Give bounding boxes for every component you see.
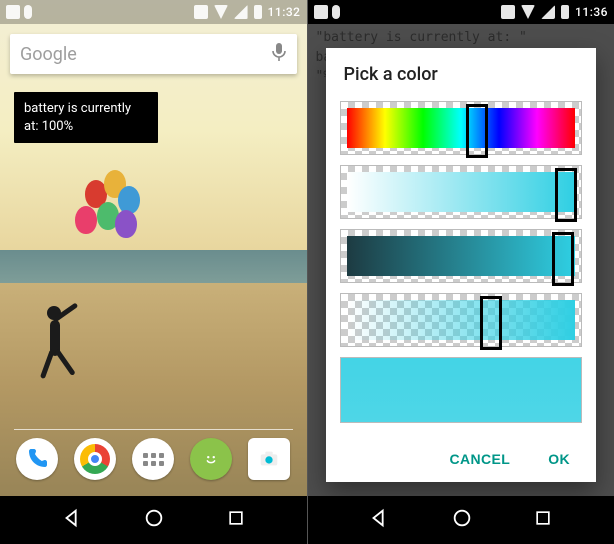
app-camera[interactable] <box>248 438 290 480</box>
nav-bar <box>308 496 614 544</box>
smiley-icon <box>200 448 222 470</box>
app-messaging[interactable] <box>190 438 232 480</box>
nav-bar <box>0 496 307 544</box>
saturation-thumb[interactable] <box>555 168 577 222</box>
nav-recents[interactable] <box>226 508 246 532</box>
usb-icon <box>24 5 32 19</box>
status-clock: 11:36 <box>575 5 608 19</box>
dock <box>0 430 307 488</box>
status-clock: 11:32 <box>268 5 301 19</box>
phone-colorpicker: 11:36 "battery is currently at: " batter… <box>307 0 614 544</box>
google-logo-text: Google <box>20 44 77 65</box>
cancel-button[interactable]: CANCEL <box>443 450 516 468</box>
hue-slider[interactable] <box>340 101 583 155</box>
saturation-gradient <box>347 172 576 212</box>
battery-icon <box>561 5 569 19</box>
value-thumb[interactable] <box>552 232 574 286</box>
nav-home[interactable] <box>143 507 165 533</box>
mic-icon[interactable] <box>271 42 287 66</box>
vibrate-icon <box>501 5 515 19</box>
nav-recents[interactable] <box>533 508 553 532</box>
value-slider[interactable] <box>340 229 583 283</box>
app-phone[interactable] <box>16 438 58 480</box>
color-preview <box>340 357 583 423</box>
grid-icon <box>143 453 164 466</box>
wifi-icon <box>521 5 535 19</box>
google-search-bar[interactable]: Google <box>10 34 297 74</box>
notification-icon <box>314 5 328 19</box>
alpha-gradient <box>347 300 576 340</box>
saturation-slider[interactable] <box>340 165 583 219</box>
signal-icon <box>541 5 555 19</box>
nav-back[interactable] <box>368 507 390 533</box>
dialog-actions: CANCEL OK <box>326 440 597 482</box>
notification-icon <box>6 5 20 19</box>
app-chrome[interactable] <box>74 438 116 480</box>
alpha-thumb[interactable] <box>480 296 502 350</box>
status-bar: 11:36 <box>308 0 614 24</box>
battery-icon <box>254 5 262 19</box>
ok-button[interactable]: OK <box>542 450 576 468</box>
phone-homescreen: 11:32 Google battery is currently at: 10… <box>0 0 307 544</box>
slider-area <box>326 95 597 440</box>
battery-widget-text: battery is currently at: 100% <box>24 101 131 134</box>
camera-icon <box>258 448 280 470</box>
battery-widget[interactable]: battery is currently at: 100% <box>14 92 158 143</box>
vibrate-icon <box>194 5 208 19</box>
alpha-slider[interactable] <box>340 293 583 347</box>
nav-home[interactable] <box>451 507 473 533</box>
value-gradient <box>347 236 576 276</box>
hue-gradient <box>347 108 576 148</box>
hue-thumb[interactable] <box>466 104 488 158</box>
dialog-title: Pick a color <box>326 48 597 95</box>
wifi-icon <box>214 5 228 19</box>
color-picker-dialog: Pick a color <box>326 48 597 482</box>
status-bar: 11:32 <box>0 0 307 24</box>
nav-back[interactable] <box>61 507 83 533</box>
phone-icon <box>25 447 49 471</box>
signal-icon <box>234 5 248 19</box>
app-drawer[interactable] <box>132 438 174 480</box>
usb-icon <box>332 5 340 19</box>
